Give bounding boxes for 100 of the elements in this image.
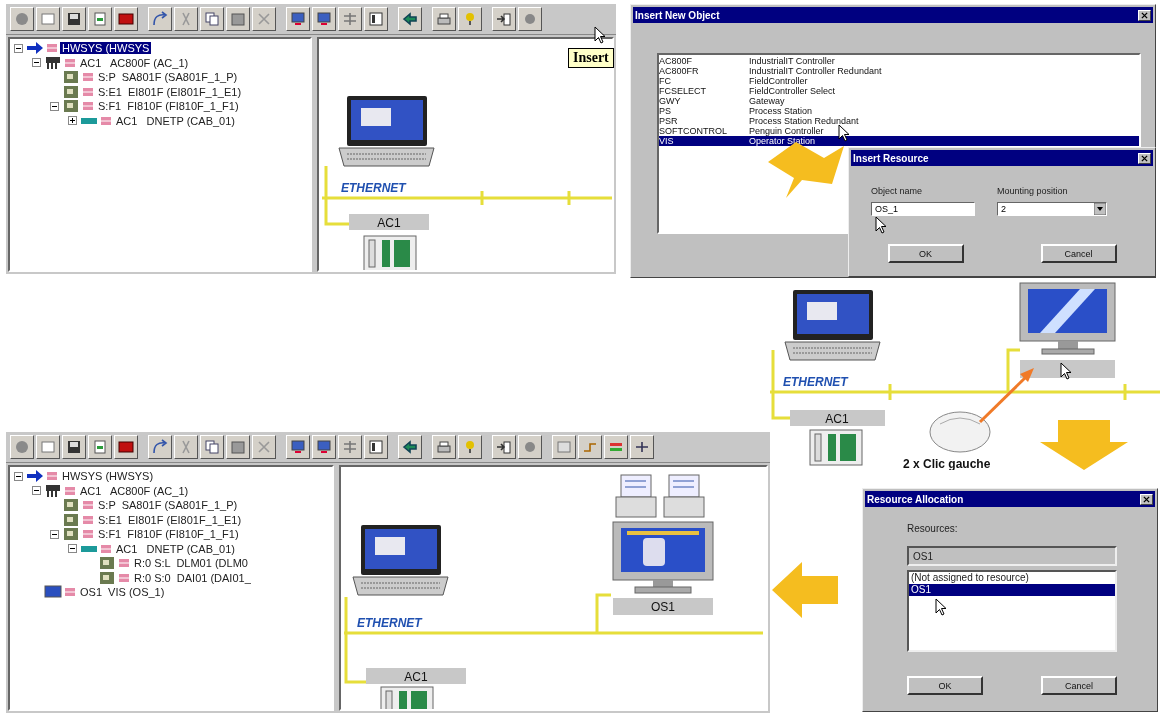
copy-icon	[204, 11, 220, 27]
network-label: ETHERNET	[357, 616, 422, 630]
list-row[interactable]: FCSELECT FieldController Select	[659, 86, 1139, 96]
toolbar-button[interactable]	[174, 7, 198, 31]
toolbar-button[interactable]	[364, 435, 388, 459]
dialog-button[interactable]: OK	[887, 244, 964, 263]
close-button[interactable]	[1138, 152, 1151, 164]
toolbar-button[interactable]	[114, 7, 138, 31]
list-row[interactable]: AC800FR IndustrialIT Controller Redundant	[659, 66, 1139, 76]
toolbar-button[interactable]	[148, 435, 172, 459]
toolbar-button[interactable]	[252, 7, 276, 31]
toolbar-button[interactable]	[312, 435, 336, 459]
collapse-toggle[interactable]	[14, 471, 23, 481]
toolbar-button[interactable]	[492, 435, 516, 459]
tree-item[interactable]: S:F1 FI810F (FI810F_1_F1)	[96, 528, 241, 541]
list-row[interactable]: AC800F IndustrialIT Controller	[659, 56, 1139, 66]
dialog-title: Resource Allocation	[867, 493, 964, 505]
tree-item[interactable]: HWSYS (HWSYS	[60, 42, 152, 55]
close-button[interactable]	[1138, 9, 1151, 21]
copy-icon	[204, 439, 220, 455]
list-row[interactable]: GWY Gateway	[659, 96, 1139, 106]
table-icon	[368, 11, 384, 27]
object-name-field[interactable]: OS_1	[871, 202, 975, 216]
toolbar-button[interactable]	[312, 7, 336, 31]
toolbar-button[interactable]	[36, 7, 60, 31]
tree-item[interactable]: HWSYS (HWSYS)	[60, 470, 156, 483]
mounting-position-dropdown[interactable]: 2	[997, 202, 1107, 216]
toolbar-button[interactable]	[518, 7, 542, 31]
toolbar-button[interactable]	[492, 7, 516, 31]
list-row[interactable]: FC FieldController	[659, 76, 1139, 86]
toolbar-button[interactable]	[364, 7, 388, 31]
tree-item[interactable]: AC1 DNETP (CAB_01)	[114, 542, 237, 555]
toolbar-button[interactable]	[200, 7, 224, 31]
list-row[interactable]: VIS Operator Station	[659, 136, 1139, 146]
printer-drawing	[663, 474, 705, 518]
toolbar-button[interactable]	[552, 435, 576, 459]
toolbar-button[interactable]	[432, 435, 456, 459]
toolbar-button[interactable]	[630, 435, 654, 459]
toolbar-button[interactable]	[398, 7, 422, 31]
toolbar-button[interactable]	[148, 7, 172, 31]
tree-item[interactable]: S:P SA801F (SA801F_1_P)	[96, 71, 240, 84]
toolbar-button[interactable]	[10, 435, 34, 459]
collapse-toggle[interactable]	[32, 58, 41, 68]
toolbar-button[interactable]	[286, 435, 310, 459]
toolbar-button[interactable]	[578, 435, 602, 459]
tree-item[interactable]: R:0 S:0 DAI01 (DAI01_	[132, 571, 253, 584]
tree-item[interactable]: AC1 DNETP (CAB_01)	[114, 114, 237, 127]
toolbar-button[interactable]	[88, 7, 112, 31]
toolbar-button[interactable]	[88, 435, 112, 459]
insert-icon	[496, 439, 512, 455]
toolbar-button[interactable]	[226, 7, 250, 31]
toolbar-button[interactable]	[62, 435, 86, 459]
toolbar-button[interactable]	[604, 435, 628, 459]
list-item[interactable]: OS1	[909, 584, 1115, 596]
dialog-button[interactable]: Cancel	[1040, 244, 1117, 263]
collapse-toggle[interactable]	[32, 486, 41, 496]
tree-item[interactable]: S:E1 EI801F (EI801F_1_E1)	[96, 513, 244, 526]
close-button[interactable]	[1140, 493, 1153, 505]
tree-item[interactable]: S:E1 EI801F (EI801F_1_E1)	[96, 85, 244, 98]
list-row[interactable]: PS Process Station	[659, 106, 1139, 116]
toolbar-button[interactable]	[458, 7, 482, 31]
tree-item[interactable]: S:P SA801F (SA801F_1_P)	[96, 499, 240, 512]
toolbar-button[interactable]	[398, 435, 422, 459]
toolbar-button[interactable]	[36, 435, 60, 459]
expand-toggle[interactable]	[68, 116, 77, 126]
list-row[interactable]: PSR Process Station Redundant	[659, 116, 1139, 126]
document-icon	[92, 439, 108, 455]
toolbar-button[interactable]	[518, 435, 542, 459]
workstation-icon	[316, 439, 332, 455]
toolbar-button[interactable]	[432, 7, 456, 31]
toolbar-button[interactable]	[458, 435, 482, 459]
tree-item[interactable]: OS1 VIS (OS_1)	[78, 586, 167, 599]
dialog-button[interactable]: Cancel	[1041, 676, 1117, 695]
toolbar-button[interactable]	[252, 435, 276, 459]
toolbar-button[interactable]	[10, 7, 34, 31]
dialog-title: Insert New Object	[635, 9, 720, 21]
toolbar-button[interactable]	[62, 7, 86, 31]
tree-item[interactable]: AC1 AC800F (AC_1)	[78, 56, 191, 69]
left-arrow-drawing	[770, 560, 840, 620]
module-tag-icon	[65, 588, 75, 597]
toolbar-button[interactable]	[114, 435, 138, 459]
collapse-toggle[interactable]	[50, 529, 59, 539]
tree-item[interactable]: R:0 S:L DLM01 (DLM0	[132, 557, 250, 570]
collapse-toggle[interactable]	[68, 544, 77, 554]
toolbar-button[interactable]	[200, 435, 224, 459]
list-row[interactable]: SOFTCONTROL Penguin Controller	[659, 126, 1139, 136]
mouse-caption: 2 x Clic gauche	[903, 457, 991, 470]
module-tag-icon	[83, 530, 93, 539]
toolbar-button[interactable]	[226, 435, 250, 459]
toolbar-button[interactable]	[338, 435, 362, 459]
list-item[interactable]: (Not assigned to resource)	[909, 572, 1115, 584]
dialog-button[interactable]: OK	[907, 676, 983, 695]
toolbar-button[interactable]	[338, 7, 362, 31]
toolbar-button[interactable]	[286, 7, 310, 31]
toolbar-button[interactable]	[174, 435, 198, 459]
tree-item[interactable]: AC1 AC800F (AC_1)	[78, 484, 191, 497]
collapse-toggle[interactable]	[50, 101, 59, 111]
collapse-toggle[interactable]	[14, 43, 23, 53]
tree-item[interactable]: S:F1 FI810F (FI810F_1_F1)	[96, 100, 241, 113]
object-description: Operator Station	[749, 136, 816, 146]
